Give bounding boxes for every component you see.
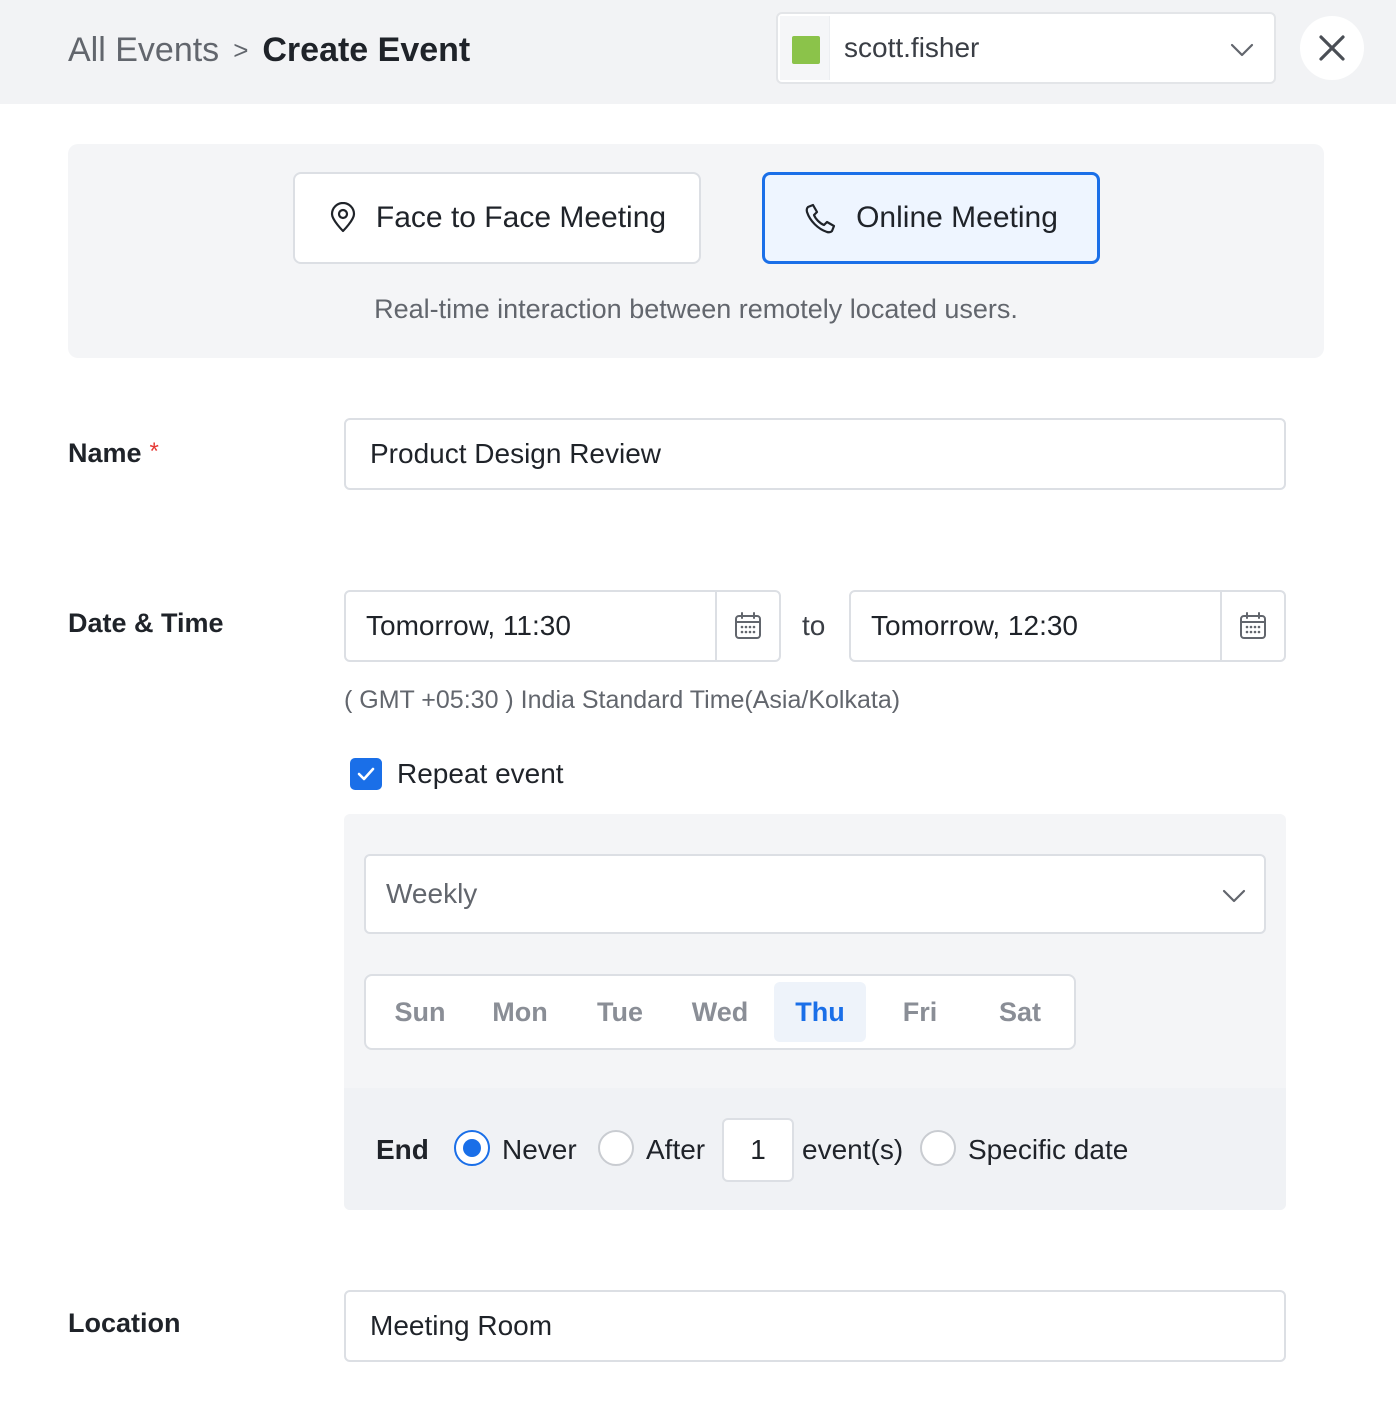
end-specific-date-label[interactable]: Specific date	[968, 1134, 1128, 1166]
end-after-radio[interactable]	[598, 1130, 634, 1166]
calendar-icon	[1240, 612, 1266, 639]
repeat-event-label[interactable]: Repeat event	[397, 758, 564, 790]
day-tue[interactable]: Tue	[574, 982, 666, 1042]
day-wed[interactable]: Wed	[674, 982, 766, 1042]
day-mon[interactable]: Mon	[474, 982, 566, 1042]
repeat-frequency-value: Weekly	[386, 878, 478, 909]
location-input-value: Meeting Room	[370, 1310, 553, 1341]
event-type-description: Real-time interaction between remotely l…	[374, 294, 1018, 324]
repeat-frequency-select[interactable]: Weekly	[364, 854, 1266, 934]
events-unit-label: event(s)	[802, 1134, 904, 1165]
name-input-value: Product Design Review	[370, 438, 662, 469]
header-bar: All Events > Create Event scott.fisher	[0, 0, 1396, 104]
end-after-count-value: 1	[750, 1134, 766, 1165]
end-datetime-value: Tomorrow, 12:30	[871, 610, 1078, 641]
user-select[interactable]: scott.fisher	[776, 12, 1276, 84]
breadcrumb-separator: >	[233, 34, 249, 65]
page-title: Create Event	[262, 30, 471, 69]
start-datetime-value: Tomorrow, 11:30	[366, 610, 571, 641]
end-datetime-input[interactable]: Tomorrow, 12:30	[849, 590, 1286, 662]
repeat-event-checkbox[interactable]	[350, 758, 382, 790]
breadcrumb-all-events[interactable]: All Events	[68, 31, 219, 70]
face-to-face-meeting-label: Face to Face Meeting	[375, 201, 667, 234]
date-time-label: Date & Time	[68, 608, 224, 638]
day-fri[interactable]: Fri	[874, 982, 966, 1042]
end-after-label[interactable]: After	[646, 1134, 705, 1166]
location-pin-icon	[330, 202, 356, 233]
name-input[interactable]: Product Design Review	[344, 418, 1286, 490]
end-specific-date-radio[interactable]	[920, 1130, 956, 1166]
end-label: End	[376, 1134, 429, 1165]
phone-icon	[805, 203, 836, 234]
face-to-face-meeting-button[interactable]: Face to Face Meeting	[293, 172, 701, 264]
end-after-count-input[interactable]: 1	[722, 1118, 794, 1182]
timezone-text: ( GMT +05:30 ) India Standard Time(Asia/…	[344, 686, 901, 714]
location-label: Location	[68, 1308, 181, 1338]
day-sat[interactable]: Sat	[974, 982, 1066, 1042]
user-color-swatch	[792, 36, 820, 64]
chevron-down-icon	[1230, 43, 1254, 57]
chevron-down-icon	[1222, 889, 1246, 903]
user-name: scott.fisher	[844, 32, 980, 63]
calendar-icon	[735, 612, 761, 639]
required-marker: *	[149, 438, 159, 465]
name-label: Name *	[68, 438, 159, 469]
online-meeting-button[interactable]: Online Meeting	[762, 172, 1100, 264]
repeat-end-row: End Never After 1 event(s) Specific date	[344, 1088, 1286, 1210]
repeat-panel: Weekly Sun Mon Tue Wed Thu Fri Sat End N…	[344, 814, 1286, 1210]
breadcrumb: All Events > Create Event	[68, 28, 470, 72]
user-color-swatch-wrap	[780, 16, 830, 80]
close-icon	[1319, 35, 1345, 61]
close-button[interactable]	[1300, 16, 1364, 80]
name-label-text: Name	[68, 438, 142, 468]
end-never-label[interactable]: Never	[502, 1134, 577, 1166]
end-calendar-button[interactable]	[1220, 592, 1284, 660]
end-never-radio[interactable]	[454, 1130, 490, 1166]
event-type-panel: Face to Face Meeting Online Meeting Real…	[68, 144, 1324, 358]
day-sun[interactable]: Sun	[374, 982, 466, 1042]
online-meeting-label: Online Meeting	[856, 201, 1058, 234]
location-input[interactable]: Meeting Room	[344, 1290, 1286, 1362]
start-datetime-input[interactable]: Tomorrow, 11:30	[344, 590, 781, 662]
weekday-selector: Sun Mon Tue Wed Thu Fri Sat	[364, 974, 1076, 1050]
date-range-separator: to	[802, 610, 826, 641]
start-calendar-button[interactable]	[715, 592, 779, 660]
day-thu[interactable]: Thu	[774, 982, 866, 1042]
checkmark-icon	[357, 767, 375, 781]
